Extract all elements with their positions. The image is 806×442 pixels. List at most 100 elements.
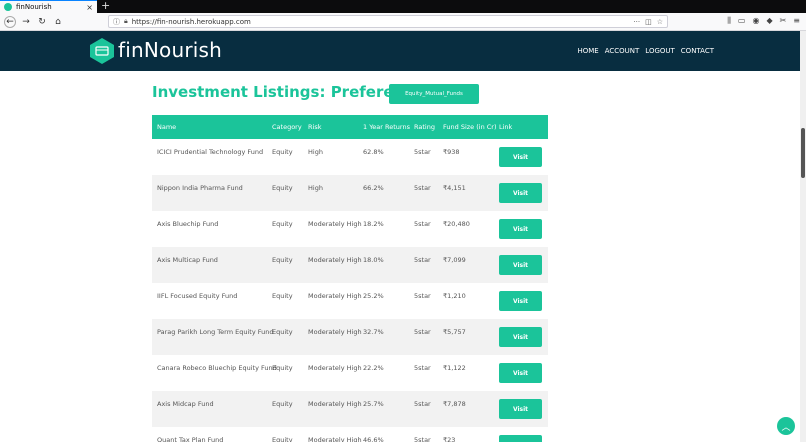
- cell-fund-size: ₹4,151: [443, 184, 466, 192]
- cell-returns: 32.7%: [363, 328, 384, 336]
- page-actions-icon[interactable]: ···: [633, 18, 640, 26]
- visit-button[interactable]: Visit: [499, 219, 542, 239]
- col-rating: Rating: [414, 123, 435, 131]
- browser-nav-bar: ← → ↻ ⌂ ⓘ 🔒︎ https://fin-nourish.herokua…: [0, 13, 806, 31]
- cell-category: Equity: [272, 292, 293, 300]
- table-row: Nippon India Pharma Fund Equity High 66.2% 5…: [152, 175, 548, 211]
- cell-rating: 5star: [414, 184, 431, 192]
- cell-rating: 5star: [414, 400, 431, 408]
- menu-icon[interactable]: ≡: [793, 16, 800, 26]
- cell-fund-size: ₹1,210: [443, 292, 466, 300]
- cell-returns: 22.2%: [363, 364, 384, 372]
- cell-rating: 5star: [414, 436, 431, 442]
- visit-button[interactable]: Visit: [499, 399, 542, 419]
- cell-category: Equity: [272, 400, 293, 408]
- cell-fund-size: ₹7,878: [443, 400, 466, 408]
- cell-category: Equity: [272, 436, 293, 442]
- cell-category: Equity: [272, 364, 293, 372]
- cell-risk: Moderately High: [308, 400, 362, 408]
- cell-fund-size: ₹5,757: [443, 328, 466, 336]
- back-icon[interactable]: ←: [4, 15, 16, 28]
- menu-logout[interactable]: LOGOUT: [645, 47, 675, 55]
- site-header: finNourish HOME ACCOUNT LOGOUT CONTACT: [0, 31, 800, 71]
- cell-fund-size: ₹23: [443, 436, 456, 442]
- tab-close-icon[interactable]: ×: [86, 3, 93, 12]
- cell-risk: Moderately High: [308, 328, 362, 336]
- cell-returns: 25.7%: [363, 400, 384, 408]
- visit-button[interactable]: Visit: [499, 363, 542, 383]
- scroll-to-top-button[interactable]: ︿: [777, 417, 795, 435]
- new-tab-button[interactable]: +: [101, 0, 110, 12]
- table-body: ICICI Prudential Technology Fund Equity Hi…: [152, 139, 548, 442]
- menu-contact[interactable]: CONTACT: [681, 47, 714, 55]
- cell-category: Equity: [272, 220, 293, 228]
- scrollbar-thumb[interactable]: [801, 128, 805, 178]
- reload-icon[interactable]: ↻: [36, 16, 48, 28]
- visit-button[interactable]: Visit: [499, 291, 542, 311]
- menu-account[interactable]: ACCOUNT: [605, 47, 640, 55]
- cell-fund-size: ₹20,480: [443, 220, 470, 228]
- table-row: Parag Parikh Long Term Equity Fund Equity…: [152, 319, 548, 355]
- table-row: Quant Tax Plan Fund Equity Moderately High…: [152, 427, 548, 442]
- cell-rating: 5star: [414, 220, 431, 228]
- table-row: Axis Midcap Fund Equity Moderately High 25.…: [152, 391, 548, 427]
- brand-logo-icon[interactable]: [88, 37, 116, 65]
- favicon-icon: [4, 3, 12, 11]
- cell-category: Equity: [272, 256, 293, 264]
- cell-rating: 5star: [414, 292, 431, 300]
- cell-returns: 18.2%: [363, 220, 384, 228]
- col-risk: Risk: [308, 123, 322, 131]
- site-info-icon[interactable]: ⓘ: [113, 17, 120, 27]
- browser-tab[interactable]: finNourish ×: [0, 0, 97, 13]
- cell-risk: Moderately High: [308, 292, 362, 300]
- cell-fund-size: ₹938: [443, 148, 460, 156]
- extension-icon[interactable]: ◆: [766, 16, 772, 26]
- cell-returns: 46.6%: [363, 436, 384, 442]
- cell-risk: High: [308, 184, 323, 192]
- cell-risk: Moderately High: [308, 256, 362, 264]
- cell-name: Parag Parikh Long Term Equity Fund: [157, 328, 274, 336]
- cell-returns: 18.0%: [363, 256, 384, 264]
- cell-returns: 62.8%: [363, 148, 384, 156]
- col-name: Name: [157, 123, 177, 131]
- brand-name[interactable]: finNourish: [118, 38, 222, 62]
- pocket-icon[interactable]: ◫: [645, 18, 652, 26]
- cell-category: Equity: [272, 148, 293, 156]
- cell-risk: Moderately High: [308, 220, 362, 228]
- investment-table: Name Category Risk 1 Year Returns Rating…: [152, 115, 548, 442]
- library-icon[interactable]: ⫼: [727, 16, 731, 26]
- browser-tab-bar: finNourish × +: [0, 0, 806, 13]
- cell-fund-size: ₹1,122: [443, 364, 466, 372]
- cell-name: Quant Tax Plan Fund: [157, 436, 224, 442]
- bookmark-star-icon[interactable]: ☆: [657, 18, 663, 26]
- visit-button[interactable]: Visit: [499, 183, 542, 203]
- address-bar[interactable]: ⓘ 🔒︎ https://fin-nourish.herokuapp.com ·…: [108, 15, 668, 28]
- cell-risk: Moderately High: [308, 436, 362, 442]
- forward-icon[interactable]: →: [20, 16, 32, 28]
- cell-name: ICICI Prudential Technology Fund: [157, 148, 264, 156]
- cell-name: Axis Bluechip Fund: [157, 220, 219, 228]
- cell-name: Axis Multicap Fund: [157, 256, 218, 264]
- home-icon[interactable]: ⌂: [52, 16, 64, 28]
- cell-returns: 66.2%: [363, 184, 384, 192]
- preference-button[interactable]: Equity_Mutual_Funds: [389, 84, 479, 104]
- menu-home[interactable]: HOME: [577, 47, 598, 55]
- col-fund-size: Fund Size (in Cr): [443, 123, 497, 131]
- table-row: Axis Bluechip Fund Equity Moderately High 1…: [152, 211, 548, 247]
- account-icon[interactable]: ◉: [752, 16, 759, 26]
- main-menu: HOME ACCOUNT LOGOUT CONTACT: [577, 47, 714, 55]
- col-link: Link: [499, 123, 513, 131]
- page-scrollbar[interactable]: [800, 31, 806, 442]
- visit-button[interactable]: Visit: [499, 435, 542, 442]
- url-text: https://fin-nourish.herokuapp.com: [131, 17, 251, 26]
- col-category: Category: [272, 123, 302, 131]
- sidebar-icon[interactable]: ▭: [738, 16, 746, 26]
- screenshot-icon[interactable]: ✂: [780, 16, 787, 26]
- visit-button[interactable]: Visit: [499, 147, 542, 167]
- table-header: Name Category Risk 1 Year Returns Rating…: [152, 115, 548, 139]
- table-row: Axis Multicap Fund Equity Moderately High 1…: [152, 247, 548, 283]
- cell-rating: 5star: [414, 256, 431, 264]
- visit-button[interactable]: Visit: [499, 327, 542, 347]
- visit-button[interactable]: Visit: [499, 255, 542, 275]
- cell-rating: 5star: [414, 328, 431, 336]
